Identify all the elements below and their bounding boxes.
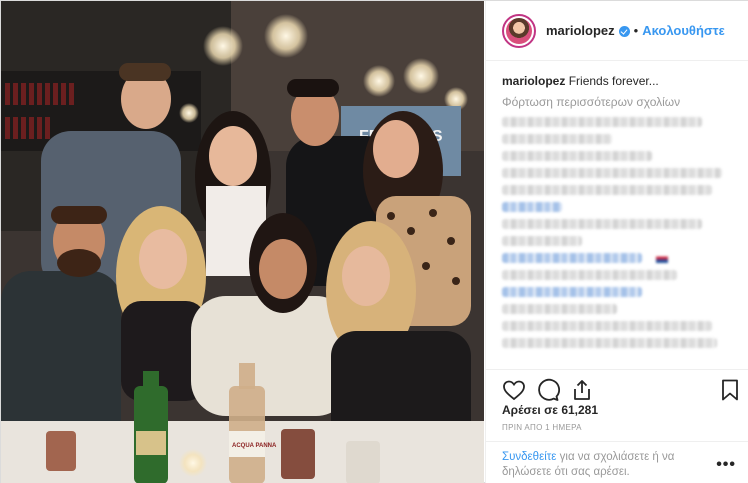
more-options-button[interactable]: ••• bbox=[716, 456, 736, 474]
login-prompt: Συνδεθείτε για να σχολιάσετε ή να δηλώσε… bbox=[502, 450, 702, 480]
blurred-comment bbox=[502, 151, 652, 161]
blurred-comments-list bbox=[502, 117, 734, 348]
login-link[interactable]: Συνδεθείτε bbox=[502, 451, 556, 463]
blurred-comment bbox=[502, 236, 582, 246]
follow-button[interactable]: Ακολουθήστε bbox=[642, 23, 725, 38]
blurred-comment bbox=[502, 253, 668, 263]
bookmark-icon[interactable] bbox=[718, 378, 742, 402]
likes-count[interactable]: Αρέσει σε 61,281 bbox=[502, 403, 598, 417]
caption-username[interactable]: mariolopez bbox=[502, 74, 565, 88]
blurred-comment bbox=[502, 219, 702, 229]
blurred-comment bbox=[502, 134, 612, 144]
avatar-image bbox=[506, 17, 532, 44]
blurred-comment bbox=[502, 321, 712, 331]
verified-badge-icon bbox=[618, 26, 630, 37]
blurred-comment bbox=[502, 304, 617, 314]
post-caption: mariolopez Friends forever... bbox=[502, 73, 734, 89]
post-photo[interactable]: FRANÇOIS bbox=[1, 1, 484, 483]
blurred-comment bbox=[502, 168, 722, 178]
post-timestamp: ΠΡΙΝ ΑΠΟ 1 ΗΜΕΡΑ bbox=[502, 423, 582, 432]
comments-section: mariolopez Friends forever... Φόρτωση πε… bbox=[486, 61, 748, 366]
blurred-comment bbox=[502, 338, 717, 348]
blurred-comment bbox=[502, 287, 642, 297]
instagram-post-embed: FRANÇOIS bbox=[0, 0, 748, 483]
blurred-comment bbox=[502, 202, 562, 212]
post-side-panel: mariolopez • Ακολουθήστε mariolopez Frie… bbox=[485, 1, 748, 483]
blurred-comment bbox=[502, 185, 712, 195]
post-header: mariolopez • Ακολουθήστε bbox=[486, 1, 748, 61]
heart-icon[interactable] bbox=[502, 378, 526, 402]
avatar[interactable] bbox=[502, 13, 536, 48]
comment-bubble-icon[interactable] bbox=[536, 378, 560, 402]
caption-text: Friends forever... bbox=[568, 74, 659, 88]
separator-dot: • bbox=[633, 23, 639, 38]
blurred-comment bbox=[502, 117, 702, 127]
post-actions-bar bbox=[486, 369, 748, 405]
blurred-comment bbox=[502, 270, 677, 280]
login-footer: Συνδεθείτε για να σχολιάσετε ή να δηλώσε… bbox=[486, 441, 748, 483]
bottle-label: ACQUA PANNA bbox=[232, 443, 277, 449]
load-more-comments-link[interactable]: Φόρτωση περισσότερων σχολίων bbox=[502, 95, 734, 109]
username-link[interactable]: mariolopez bbox=[546, 23, 615, 38]
group-photo-illustration: FRANÇOIS bbox=[1, 1, 484, 483]
share-icon[interactable] bbox=[570, 378, 594, 402]
